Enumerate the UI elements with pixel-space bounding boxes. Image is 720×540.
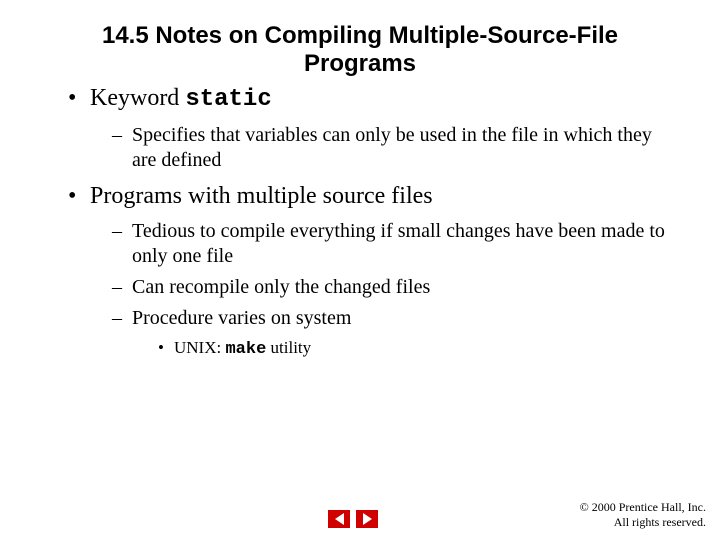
bullet-multiple-source: Programs with multiple source files [68,181,680,211]
sub-bullet: Tedious to compile everything if small c… [112,219,680,269]
copyright: © 2000 Prentice Hall, Inc. All rights re… [580,500,706,530]
copyright-line2: All rights reserved. [580,515,706,530]
code-make: make [225,340,266,359]
bullet-list-level1: Keyword static Specifies that variables … [68,83,680,211]
copyright-line1: © 2000 Prentice Hall, Inc. [580,500,706,515]
sub-bullet: Specifies that variables can only be use… [112,123,680,173]
nav-controls [328,510,378,528]
footer: © 2000 Prentice Hall, Inc. All rights re… [0,500,706,530]
slide-title: 14.5 Notes on Compiling Multiple-Source-… [80,22,640,77]
sub-bullet-text: Procedure varies on system [132,307,351,329]
bullet-list-level2: Specifies that variables can only be use… [112,123,680,173]
bullet-text: Keyword [90,85,185,111]
bullet-list-level2: Tedious to compile everything if small c… [112,219,680,361]
slide: 14.5 Notes on Compiling Multiple-Source-… [0,0,720,361]
bullet-list-level3: UNIX: make utility [158,337,680,361]
triangle-right-icon [363,513,372,525]
text: UNIX: [174,338,225,357]
triangle-left-icon [335,513,344,525]
text: utility [266,338,311,357]
prev-button[interactable] [328,510,350,528]
sub-bullet: Procedure varies on system UNIX: make ut… [112,306,680,361]
sub-bullet: Can recompile only the changed files [112,275,680,300]
code-static: static [185,86,271,113]
bullet-keyword-static: Keyword static Specifies that variables … [68,83,680,173]
sub-sub-bullet: UNIX: make utility [158,337,680,361]
next-button[interactable] [356,510,378,528]
